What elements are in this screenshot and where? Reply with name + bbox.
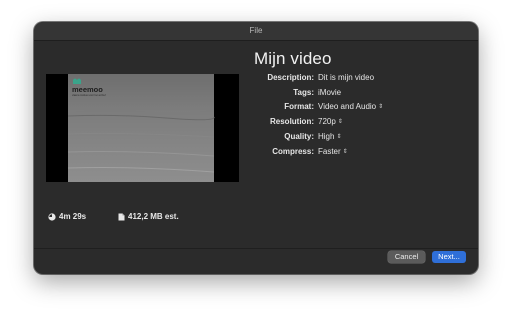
resolution-value: 720p (318, 117, 336, 126)
duration-value: 4m 29s (59, 212, 87, 221)
size-stat: 412,2 MB est. (118, 212, 179, 222)
size-value: 412,2 MB est. (128, 212, 179, 221)
cancel-button[interactable]: Cancel (388, 251, 425, 263)
updown-chevron-icon: ⇕ (342, 148, 348, 155)
export-dialog: File meemoo vlaams instituut voor het ar… (34, 22, 478, 274)
tags-row: Tags: iMovie (234, 87, 474, 99)
format-row: Format: Video and Audio ⇕ (234, 101, 474, 113)
duration-stat: 4m 29s (48, 212, 86, 222)
clock-icon (48, 213, 56, 221)
file-size-icon (118, 213, 125, 221)
description-field[interactable]: Dit is mijn video (318, 72, 374, 84)
resolution-row: Resolution: 720p ⇕ (234, 116, 474, 128)
compress-row: Compress: Faster ⇕ (234, 146, 474, 158)
compress-label: Compress: (272, 147, 314, 156)
compress-value: Faster (318, 147, 341, 156)
quality-select[interactable]: High ⇕ (318, 131, 341, 143)
logo-subtext: vlaams instituut voor het archief (72, 94, 106, 97)
updown-chevron-icon: ⇕ (336, 133, 342, 140)
resolution-select[interactable]: 720p ⇕ (318, 116, 343, 128)
next-button[interactable]: Next... (432, 251, 466, 263)
footer-divider (34, 248, 478, 249)
description-row: Description: Dit is mijn video (234, 72, 474, 84)
tags-field[interactable]: iMovie (318, 87, 341, 99)
updown-chevron-icon: ⇕ (337, 118, 343, 125)
updown-chevron-icon: ⇕ (378, 103, 384, 110)
quality-label: Quality: (284, 132, 314, 141)
quality-value: High (318, 132, 335, 141)
compress-select[interactable]: Faster ⇕ (318, 146, 348, 158)
format-label: Format: (284, 102, 314, 111)
format-value: Video and Audio (318, 102, 377, 111)
page-title: Mijn video (254, 49, 332, 68)
description-label: Description: (267, 73, 314, 82)
format-select[interactable]: Video and Audio ⇕ (318, 101, 383, 113)
video-thumbnail: meemoo vlaams instituut voor het archief (46, 74, 239, 182)
video-preview: meemoo vlaams instituut voor het archief (46, 74, 239, 182)
logo-text: meemoo (72, 85, 103, 94)
quality-row: Quality: High ⇕ (234, 131, 474, 143)
window-title: File (34, 22, 478, 41)
resolution-label: Resolution: (270, 117, 314, 126)
tags-label: Tags: (293, 88, 314, 97)
